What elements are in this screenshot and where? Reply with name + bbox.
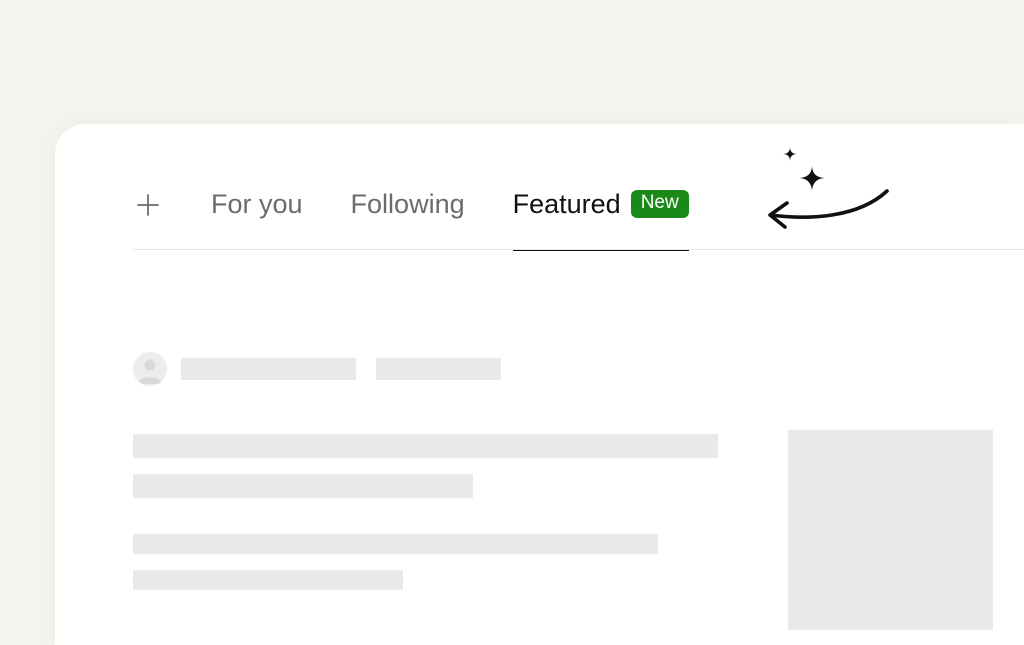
post-skeleton [133,352,718,630]
feed-card: For you Following Featured New [55,124,1024,645]
thumbnail-placeholder [788,430,993,630]
feed-content [55,222,1024,630]
post-meta-placeholder [376,358,501,380]
author-name-placeholder [181,358,356,380]
skeleton-line [133,534,658,554]
skeleton-line [133,474,473,498]
body-placeholder [133,534,718,590]
tab-label: Following [351,188,465,220]
skeleton-line [133,434,718,458]
plus-icon [133,190,163,220]
tab-for-you[interactable]: For you [211,188,303,222]
new-badge: New [631,190,689,218]
person-icon [133,352,167,386]
author-row [133,352,718,386]
title-placeholder [133,434,718,498]
avatar-placeholder [133,352,167,386]
tab-label: Featured [513,188,621,220]
skeleton-line [133,570,403,590]
tab-following[interactable]: Following [351,188,465,222]
add-feed-button[interactable] [133,190,163,220]
tab-label: For you [211,188,303,220]
feed-tabs: For you Following Featured New [55,124,1024,222]
tab-featured[interactable]: Featured New [513,188,689,222]
tabs-divider [133,249,1024,250]
